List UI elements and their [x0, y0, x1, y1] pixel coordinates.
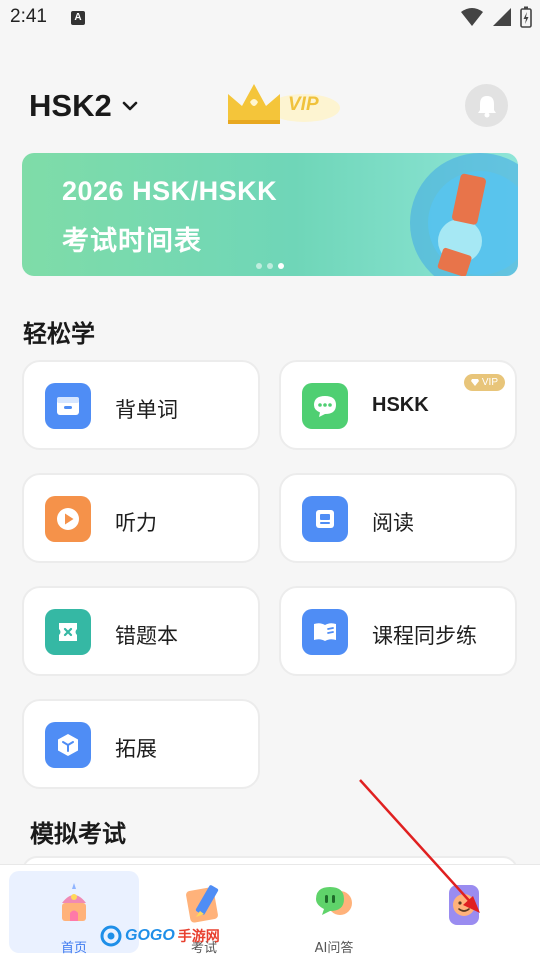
bell-icon	[477, 95, 496, 117]
battery-icon	[520, 6, 532, 28]
card-label: HSKK	[372, 394, 429, 416]
card-label: 阅读	[372, 511, 414, 535]
tab-profile[interactable]	[399, 871, 529, 953]
section-title-easy-learn: 轻松学	[23, 320, 95, 348]
open-book-icon	[302, 609, 348, 655]
card-label: 课程同步练	[372, 624, 477, 648]
banner-pagination	[256, 263, 284, 269]
notification-bell-button[interactable]	[465, 84, 508, 127]
status-bar: 2:41 A	[0, 0, 540, 36]
status-time: 2:41	[10, 6, 47, 27]
level-selector[interactable]: HSK2	[29, 88, 138, 124]
card-reading[interactable]: 阅读	[279, 473, 517, 563]
status-icons	[460, 6, 532, 28]
cube-icon	[45, 722, 91, 768]
banner-title-line2: 考试时间表	[62, 226, 202, 257]
banner-title-line1: 2026 HSK/HSKK	[62, 176, 278, 206]
card-label: 背单词	[115, 398, 178, 422]
gogo-logo-icon	[100, 925, 122, 947]
wifi-icon	[461, 8, 483, 26]
vip-tag-label: VIP	[481, 377, 498, 388]
card-listening[interactable]: 听力	[22, 473, 260, 563]
pagination-dot-active	[278, 263, 284, 269]
tab-ai-qa[interactable]: AI问答	[269, 871, 399, 956]
diamond-icon	[470, 379, 479, 386]
flashcard-box-icon	[45, 383, 91, 429]
vip-label: VIP	[288, 94, 319, 115]
play-icon	[45, 496, 91, 542]
gogo-watermark: GOGO 手游网	[100, 925, 220, 947]
wrong-book-icon	[45, 609, 91, 655]
reader-icon	[302, 496, 348, 542]
home-castle-icon	[62, 883, 86, 921]
exam-schedule-banner[interactable]: 2026 HSK/HSKK 考试时间表	[22, 153, 518, 276]
banner-illustration	[410, 153, 518, 276]
vip-badge[interactable]: VIP	[224, 80, 342, 128]
card-label: 错题本	[115, 624, 178, 648]
crown-icon	[228, 84, 340, 124]
watermark-text: GOGO	[125, 927, 175, 944]
header: HSK2 VIP	[0, 80, 540, 136]
signal-icon	[493, 8, 511, 26]
level-label: HSK2	[29, 88, 112, 123]
pencil-icon	[186, 885, 219, 923]
card-vocabulary[interactable]: 背单词	[22, 360, 260, 450]
chevron-down-icon	[122, 101, 138, 111]
card-hskk[interactable]: HSKK VIP	[279, 360, 517, 450]
profile-avatar-icon	[449, 885, 479, 925]
card-label: 听力	[115, 511, 157, 535]
vip-tag: VIP	[463, 374, 505, 391]
watermark-sub: 手游网	[177, 929, 220, 945]
section-title-mock-exam: 模拟考试	[30, 820, 126, 848]
pagination-dot	[256, 263, 262, 269]
card-label: 拓展	[115, 737, 157, 761]
keyboard-indicator-icon: A	[71, 11, 85, 25]
tab-label: AI问答	[314, 941, 354, 956]
card-course-practice[interactable]: 课程同步练	[279, 586, 517, 676]
card-mistake-book[interactable]: 错题本	[22, 586, 260, 676]
chat-bubble-icon	[302, 383, 348, 429]
pagination-dot	[267, 263, 273, 269]
bottom-tab-bar: 首页 考试 AI问答	[0, 864, 540, 960]
ai-chat-icon	[316, 887, 352, 915]
card-expand[interactable]: 拓展	[22, 699, 260, 789]
